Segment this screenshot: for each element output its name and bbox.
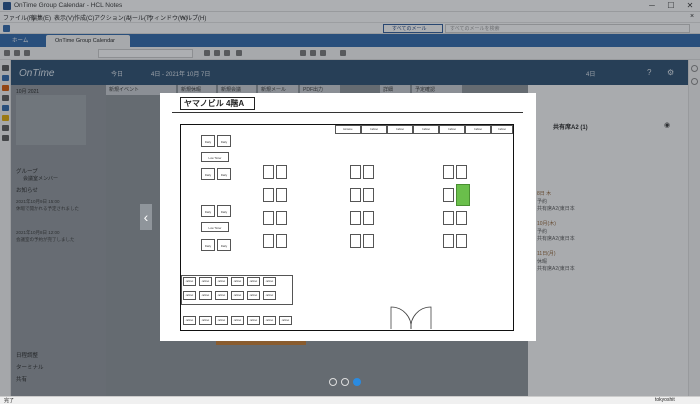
locker: cabinet	[199, 316, 212, 325]
desk[interactable]	[263, 188, 274, 202]
top-locker: Cabinet	[439, 125, 465, 134]
carousel-dot[interactable]	[341, 378, 349, 386]
selected-desk[interactable]	[456, 184, 470, 206]
room-box[interactable]: Low Tinter	[201, 222, 229, 232]
desk[interactable]	[276, 234, 287, 248]
desk[interactable]	[350, 211, 361, 225]
desk[interactable]	[363, 188, 374, 202]
carousel-dot-active[interactable]	[353, 378, 361, 386]
top-locker: Entrance	[335, 125, 361, 134]
status-bar: 完了 tokyoshit	[0, 396, 700, 404]
room-box[interactable]: Daily	[201, 205, 215, 217]
desk[interactable]	[443, 165, 454, 179]
locker: cabinet	[279, 316, 292, 325]
room-box[interactable]: Daily	[217, 205, 231, 217]
locker: cabinet	[247, 277, 260, 286]
status-user: tokyoshit	[655, 397, 675, 403]
floor-title: ヤマノビル 4階A	[180, 97, 255, 110]
locker: cabinet	[247, 291, 260, 300]
desk[interactable]	[363, 165, 374, 179]
locker: cabinet	[247, 316, 260, 325]
locker: cabinet	[183, 316, 196, 325]
title-divider	[172, 112, 523, 113]
floor-map-modal: ヤマノビル 4階A Entrance Cabinet Cabinet Cabin…	[160, 93, 536, 341]
desk[interactable]	[276, 211, 287, 225]
desk[interactable]	[263, 165, 274, 179]
desk[interactable]	[276, 165, 287, 179]
desk[interactable]	[350, 234, 361, 248]
locker: cabinet	[231, 277, 244, 286]
door-icon	[390, 306, 432, 330]
floor-plan: Entrance Cabinet Cabinet Cabinet Cabinet…	[180, 124, 514, 331]
desk[interactable]	[443, 234, 454, 248]
desk[interactable]	[350, 188, 361, 202]
desk[interactable]	[456, 211, 467, 225]
locker: cabinet	[199, 277, 212, 286]
desk[interactable]	[350, 165, 361, 179]
top-locker: Cabinet	[387, 125, 413, 134]
desk[interactable]	[263, 211, 274, 225]
locker: cabinet	[215, 277, 228, 286]
desk[interactable]	[443, 188, 454, 202]
locker: cabinet	[183, 277, 196, 286]
top-locker: Cabinet	[413, 125, 439, 134]
locker: cabinet	[215, 316, 228, 325]
desk[interactable]	[443, 211, 454, 225]
room-box[interactable]: Low Tinter	[201, 152, 229, 162]
locker: cabinet	[263, 277, 276, 286]
room-box[interactable]: Daily	[201, 168, 215, 180]
locker: cabinet	[231, 291, 244, 300]
locker: cabinet	[183, 291, 196, 300]
desk[interactable]	[456, 165, 467, 179]
desk[interactable]	[276, 188, 287, 202]
locker: cabinet	[263, 316, 276, 325]
room-box[interactable]: Daily	[217, 135, 231, 147]
prev-floor-arrow[interactable]: ‹	[140, 204, 152, 230]
carousel-dot[interactable]	[329, 378, 337, 386]
desk[interactable]	[363, 234, 374, 248]
top-locker: Cabinet	[491, 125, 513, 134]
top-locker: Cabinet	[361, 125, 387, 134]
status-text: 完了	[4, 398, 15, 404]
room-box[interactable]: Daily	[217, 168, 231, 180]
desk[interactable]	[363, 211, 374, 225]
room-box[interactable]: Daily	[217, 239, 231, 251]
top-locker: Cabinet	[465, 125, 491, 134]
locker: cabinet	[199, 291, 212, 300]
locker: cabinet	[231, 316, 244, 325]
desk[interactable]	[263, 234, 274, 248]
locker: cabinet	[215, 291, 228, 300]
desk[interactable]	[456, 234, 467, 248]
room-box[interactable]: Daily	[201, 135, 215, 147]
locker: cabinet	[263, 291, 276, 300]
room-box[interactable]: Daily	[201, 239, 215, 251]
